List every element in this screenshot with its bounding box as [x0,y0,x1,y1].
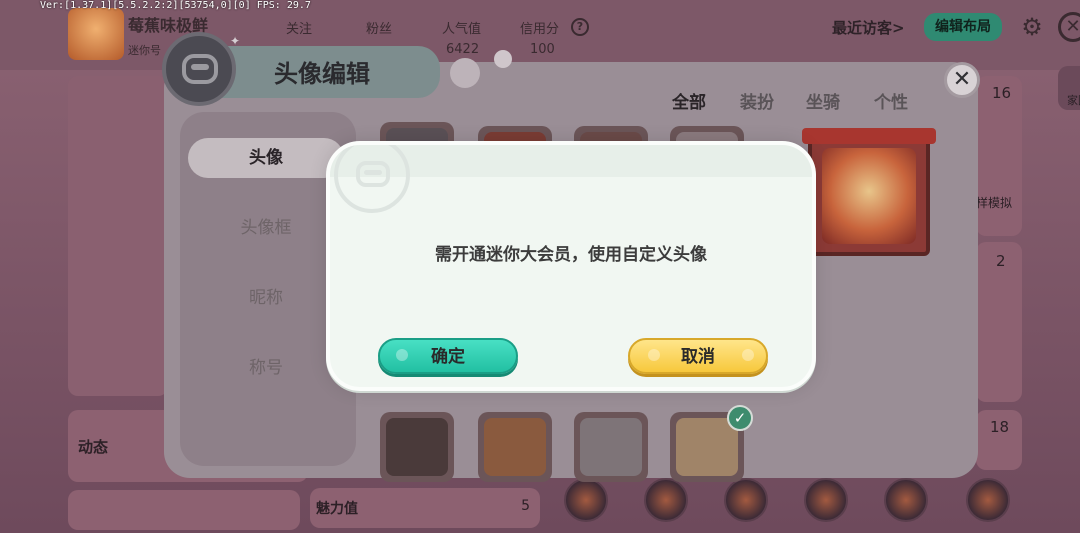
avatar-thumbnail[interactable] [478,412,552,482]
side-item-nickname[interactable]: 昵称 [188,278,344,318]
right-card-1-count: 16 [992,84,1012,102]
bottom-avatar[interactable] [644,478,688,522]
preview-roof [802,128,936,144]
avatar-thumbnail[interactable] [380,412,454,482]
stat-credit-label: 信用分 [520,22,560,37]
confirm-button-label: 确定 [431,347,465,367]
home-label: 家园 [1067,94,1080,107]
help-icon[interactable]: ? [571,18,589,36]
check-icon: ✓ [727,405,753,431]
dynamic-label: 动态 [78,438,109,456]
avatar-preview [802,128,938,262]
tab-personality[interactable]: 个性 [874,88,908,113]
right-card-1[interactable]: 16 样模拟 [976,76,1022,236]
debug-fps-text: Ver:[1.37.1][5.5.2.2:2][53754,0][0] FPS:… [40,0,311,11]
right-card-2-count: 2 [996,252,1006,270]
profile-bottom-card [68,490,300,530]
bottom-avatar[interactable] [804,478,848,522]
close-icon[interactable]: ✕ [944,62,980,98]
bottom-avatar[interactable] [564,478,608,522]
right-card-2[interactable]: 2 [976,242,1022,402]
bottom-avatar[interactable] [884,478,928,522]
gear-icon[interactable]: ⚙ [1018,13,1046,41]
decor-circle [450,58,480,88]
home-button[interactable]: 家园 [1058,66,1080,110]
charm-card: 魅力值 5 [310,488,540,528]
cancel-button[interactable]: 取消 [628,338,768,374]
dialog-message: 需开通迷你大会员，使用自定义头像 [435,245,707,265]
charm-value: 5 [521,498,530,514]
button-decor [396,349,408,361]
preview-character-image [822,148,916,244]
stat-popularity-label: 人气值 [442,22,482,37]
stat-follow-label[interactable]: 关注 [286,18,312,37]
right-card-1-text: 样模拟 [976,196,1013,210]
tab-outfit[interactable]: 装扮 [740,88,774,113]
edit-layout-button[interactable]: 编辑布局 [924,13,1002,41]
confirm-button[interactable]: 确定 [378,338,518,374]
side-item-avatar-frame[interactable]: 头像框 [188,208,344,248]
stat-popularity-value: 6422 [446,42,480,57]
game-logo-icon [162,32,236,106]
profile-left-card [68,76,168,396]
profile-avatar[interactable] [68,8,124,60]
stat-fans-label[interactable]: 粉丝 [366,18,392,37]
sparkle-icon: ✦ [230,34,241,48]
bottom-avatar[interactable] [724,478,768,522]
recent-visitors-link[interactable]: 最近访客> [832,17,905,38]
decor-circle [494,50,512,68]
avatar-thumbnail[interactable] [574,412,648,482]
right-card-3-count: 18 [990,418,1010,436]
close-icon[interactable]: ✕ [1058,12,1080,42]
bottom-avatar[interactable] [966,478,1010,522]
cancel-button-label: 取消 [681,347,715,367]
avatar-edit-title: 头像编辑 [274,60,370,88]
tab-all[interactable]: 全部 [672,88,706,113]
side-item-avatar[interactable]: 头像 [188,138,344,178]
charm-label: 魅力值 [316,501,358,517]
right-card-3[interactable]: 18 [976,410,1022,470]
side-item-title[interactable]: 称号 [188,348,344,388]
dialog-logo-icon [334,145,410,213]
profile-subname: 迷你号 [128,44,161,57]
tab-mount[interactable]: 坐骑 [806,88,840,113]
stat-credit-value: 100 [530,42,555,57]
vip-required-dialog: 需开通迷你大会员，使用自定义头像 确定 取消 [326,141,816,391]
button-decor [648,349,660,361]
button-decor [742,349,754,361]
